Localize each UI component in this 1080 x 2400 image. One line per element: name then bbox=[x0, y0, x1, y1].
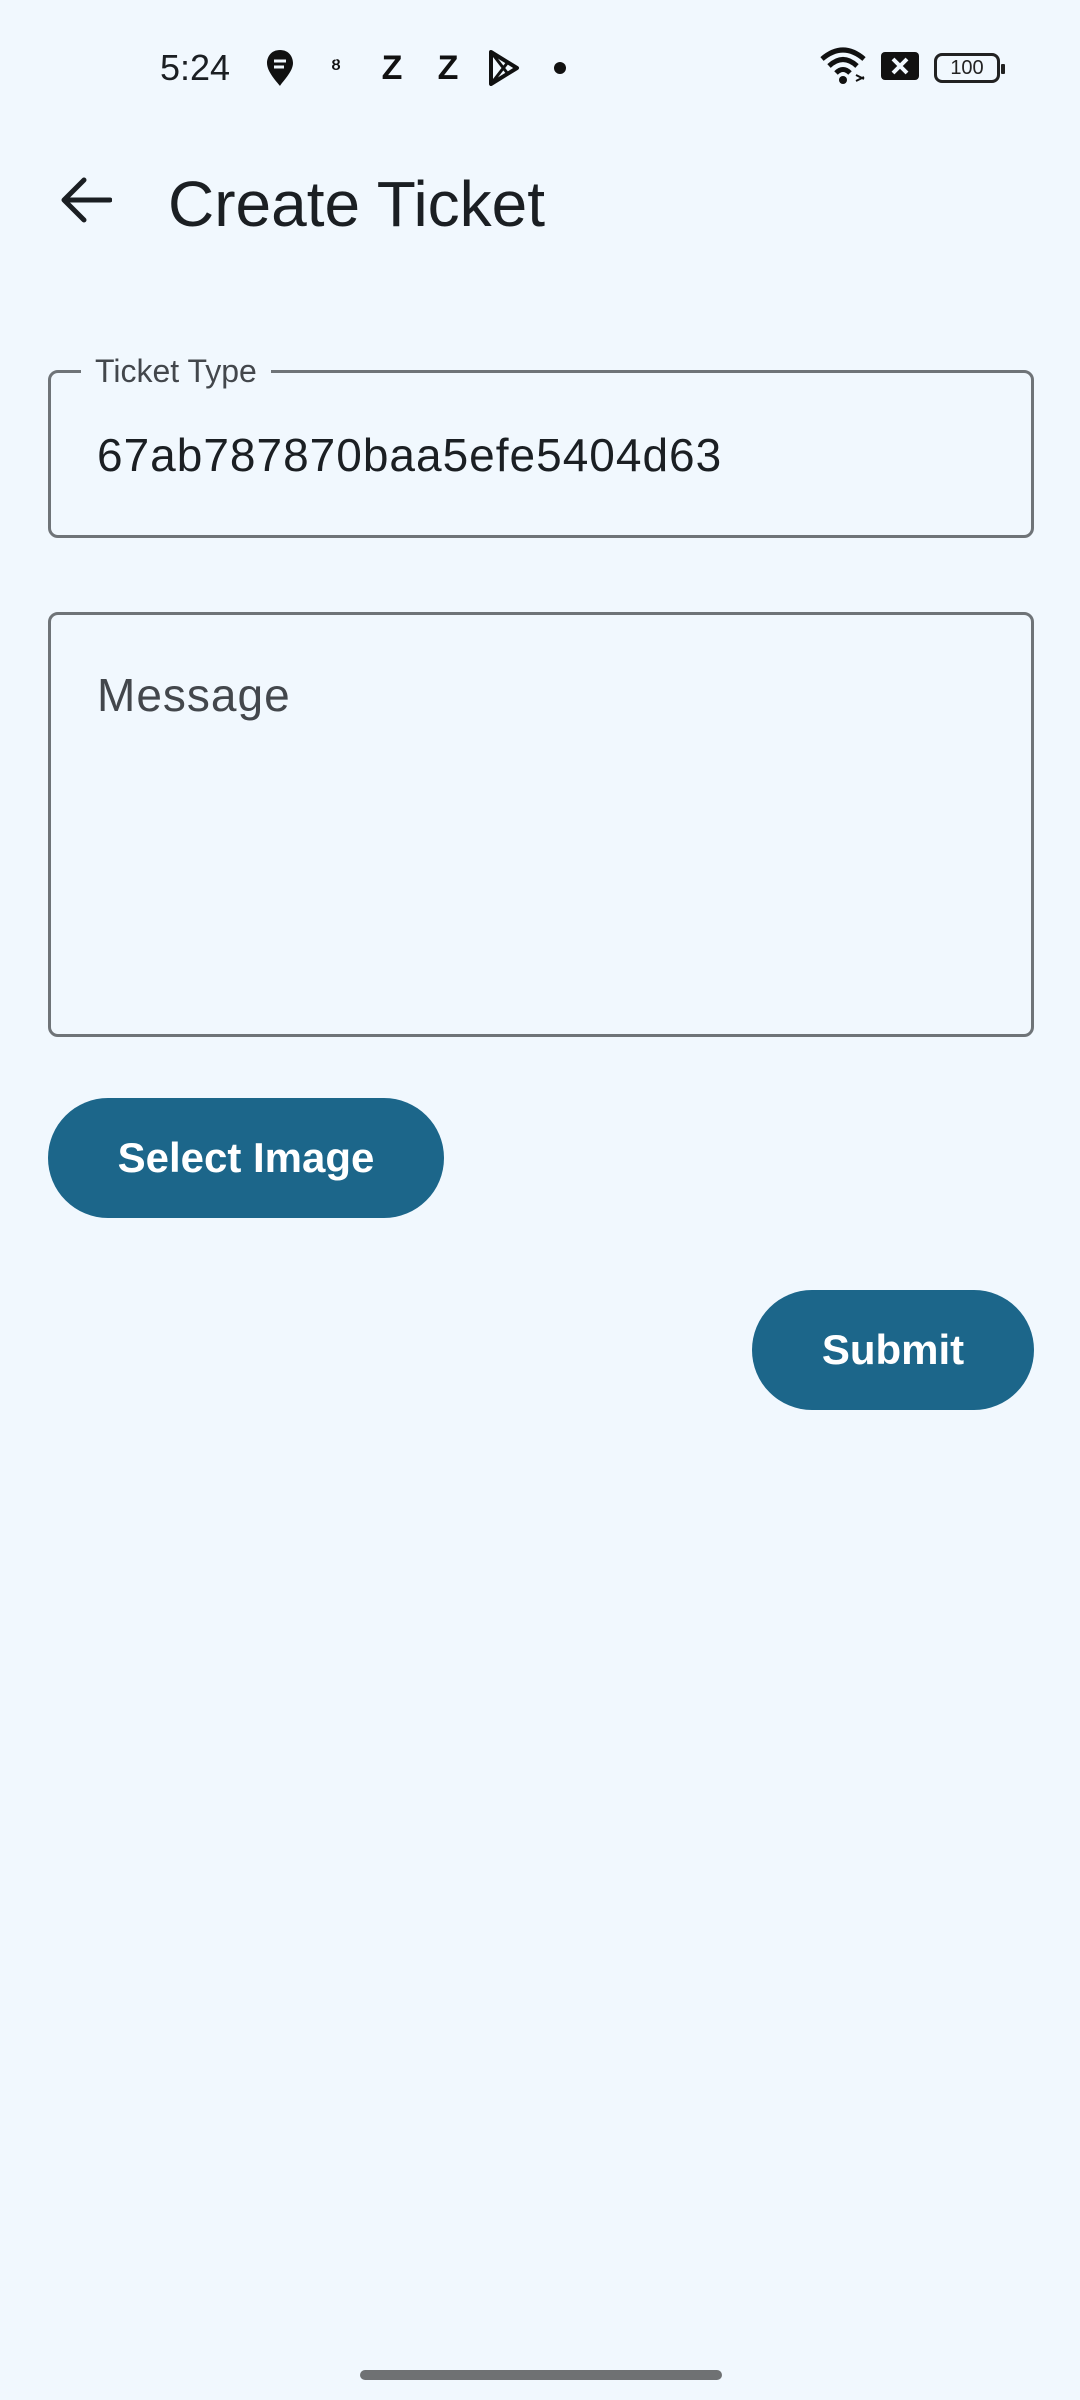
home-indicator[interactable] bbox=[360, 2370, 722, 2380]
message-placeholder: Message bbox=[97, 669, 291, 721]
bug-icon: ᴽ bbox=[331, 55, 341, 80]
status-time: 5:24 bbox=[160, 47, 231, 88]
arrow-back-icon bbox=[58, 176, 113, 229]
ticket-type-label: Ticket Type bbox=[81, 351, 271, 391]
play-store-icon bbox=[486, 46, 522, 90]
notification-icons: ᴽ Z Z bbox=[262, 46, 578, 90]
back-button[interactable] bbox=[40, 162, 130, 242]
app-bar: Create Ticket bbox=[0, 140, 1080, 260]
system-status-icons: 100 bbox=[820, 47, 1005, 90]
status-bar: 5:24 ᴽ Z Z 100 bbox=[0, 0, 1080, 130]
create-ticket-screen: 5:24 ᴽ Z Z 100 Create Ticket Ticket Type… bbox=[0, 0, 1080, 2400]
wifi-icon bbox=[820, 47, 866, 90]
swiggy-icon bbox=[262, 46, 298, 90]
battery-icon: 100 bbox=[934, 53, 1005, 83]
zepto-icon: Z bbox=[437, 48, 459, 87]
ticket-type-field[interactable]: Ticket Type 67ab787870baa5efe5404d63 bbox=[48, 351, 1034, 538]
submit-button[interactable]: Submit bbox=[752, 1290, 1034, 1410]
select-image-button[interactable]: Select Image bbox=[48, 1098, 444, 1218]
ticket-type-value: 67ab787870baa5efe5404d63 bbox=[97, 429, 723, 481]
page-title: Create Ticket bbox=[168, 168, 546, 240]
message-field[interactable]: Message bbox=[48, 612, 1034, 1037]
dot-icon bbox=[542, 46, 578, 90]
no-data-icon bbox=[880, 51, 920, 86]
zepto-icon: Z bbox=[381, 48, 403, 87]
